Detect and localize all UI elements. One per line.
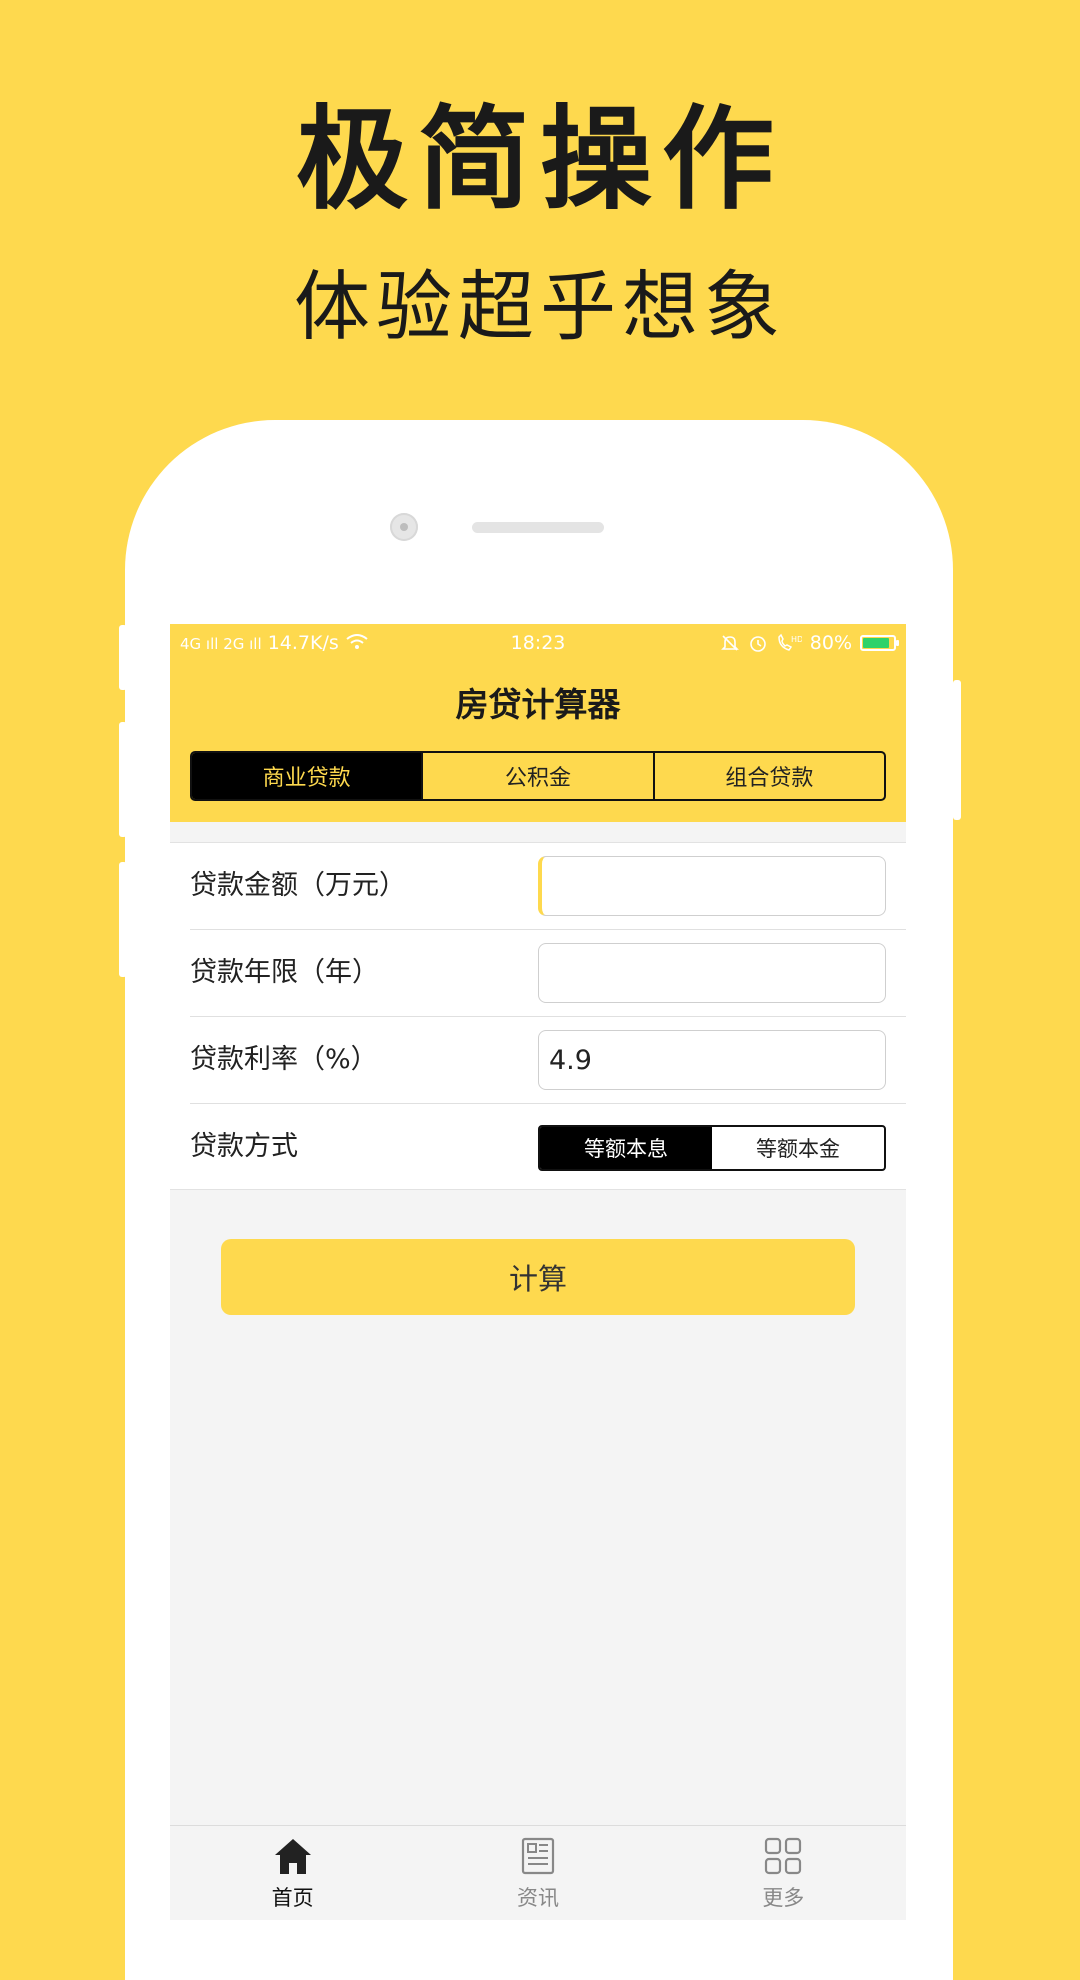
method-row: 贷款方式 等额本息 等额本金	[190, 1104, 886, 1190]
phone-side-button	[119, 625, 127, 690]
rate-row: 贷款利率（%）	[190, 1017, 886, 1103]
method-equal-principal[interactable]: 等额本金	[712, 1127, 884, 1169]
tab-combined-loan[interactable]: 组合贷款	[652, 753, 884, 799]
home-icon	[274, 1839, 311, 1874]
app-header: 4G ıll 2G ıll 14.7K/s 18:23 HD 80% 房贷计算器…	[170, 624, 906, 822]
battery-percent: 80%	[809, 632, 852, 654]
promo-title: 极简操作	[296, 95, 784, 225]
mute-icon	[720, 635, 739, 651]
phone-side-button	[119, 862, 127, 977]
bottom-tab-bar: 首页 资讯 更多	[170, 1825, 906, 1920]
promo-subtitle: 体验超乎想象	[294, 262, 786, 351]
amount-label: 贷款金额（万元）	[190, 870, 406, 901]
amount-input[interactable]	[538, 856, 886, 916]
alarm-icon	[749, 636, 766, 652]
rate-label: 贷款利率（%）	[190, 1044, 378, 1075]
news-icon	[521, 1837, 555, 1875]
years-row: 贷款年限（年）	[190, 930, 886, 1016]
tab-commercial-loan[interactable]: 商业贷款	[192, 753, 422, 799]
svg-text:HD: HD	[791, 635, 802, 644]
phone-side-button	[119, 722, 127, 837]
status-right: HD 80%	[720, 624, 899, 662]
repayment-method-switch: 等额本息 等额本金	[538, 1125, 886, 1171]
calculate-button[interactable]: 计算	[221, 1239, 855, 1315]
battery-icon	[860, 635, 899, 651]
tab-home-label: 首页	[271, 1886, 314, 1910]
method-label: 贷款方式	[190, 1131, 298, 1162]
rate-input[interactable]	[538, 1030, 886, 1090]
hd-call-icon: HD	[778, 633, 802, 651]
tab-more[interactable]: 更多	[661, 1826, 906, 1920]
phone-camera	[390, 513, 418, 541]
phone-side-button	[953, 680, 961, 820]
status-bar: 4G ıll 2G ıll 14.7K/s 18:23 HD 80%	[170, 624, 906, 662]
tab-news-label: 资讯	[516, 1886, 559, 1910]
years-input[interactable]	[538, 943, 886, 1003]
app-screen: 4G ıll 2G ıll 14.7K/s 18:23 HD 80% 房贷计算器…	[170, 624, 906, 1920]
tab-more-label: 更多	[762, 1886, 805, 1910]
loan-type-tabs: 商业贷款 公积金 组合贷款	[190, 751, 886, 801]
grid-icon	[765, 1837, 802, 1875]
phone-speaker	[472, 522, 604, 533]
tab-provident-fund[interactable]: 公积金	[421, 753, 652, 799]
years-label: 贷款年限（年）	[190, 957, 379, 988]
loan-form: 贷款金额（万元） 贷款年限（年） 贷款利率（%） 贷款方式 等额本息 等额本金	[170, 842, 906, 1190]
tab-news[interactable]: 资讯	[415, 1826, 660, 1920]
method-equal-installment[interactable]: 等额本息	[540, 1127, 712, 1169]
amount-row: 贷款金额（万元）	[190, 843, 886, 929]
tab-home[interactable]: 首页	[170, 1826, 415, 1920]
page-title: 房贷计算器	[455, 685, 621, 724]
